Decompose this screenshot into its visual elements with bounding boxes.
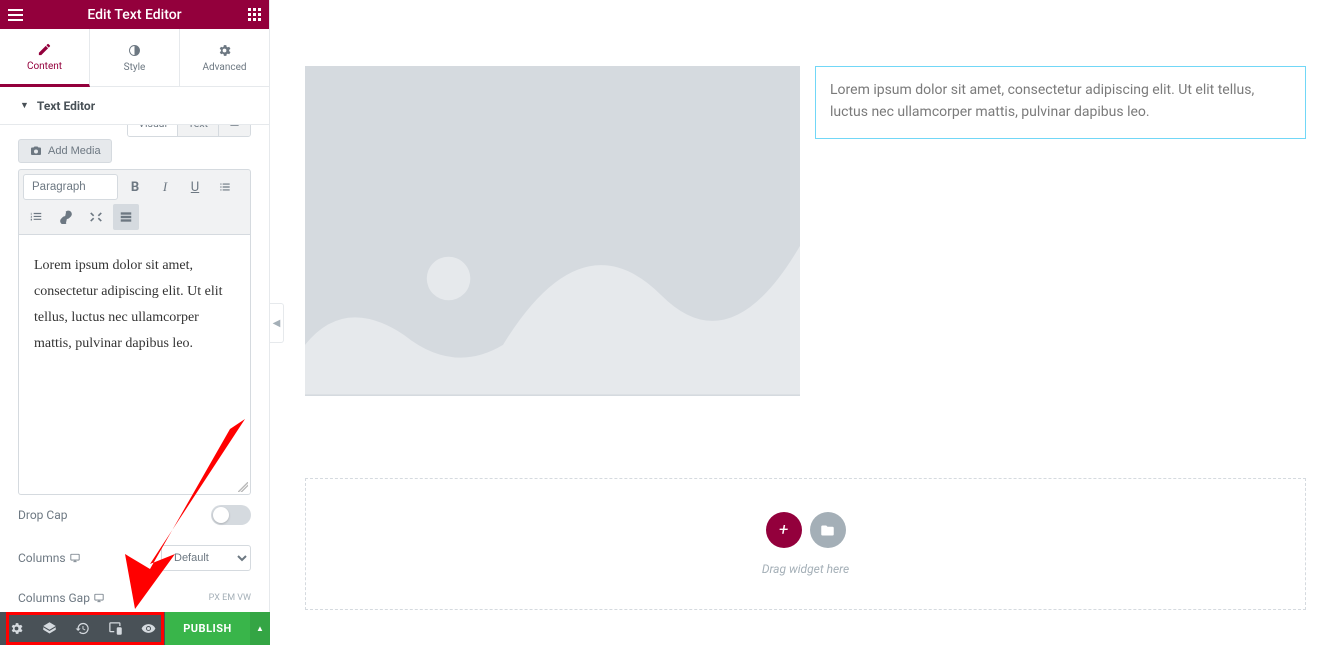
image-placeholder[interactable] bbox=[305, 66, 800, 396]
columns-control: Columns Default bbox=[18, 535, 251, 581]
publish-button[interactable]: PUBLISH bbox=[165, 612, 250, 645]
drop-zone[interactable]: + Drag widget here bbox=[305, 478, 1306, 610]
bold-button[interactable]: B bbox=[122, 174, 148, 200]
columns-gap-control: Columns Gap PX EM VW bbox=[18, 581, 251, 605]
responsive-button[interactable] bbox=[99, 612, 132, 645]
panel-tabs: Content Style Advanced bbox=[0, 29, 269, 87]
tab-advanced[interactable]: Advanced bbox=[180, 29, 269, 86]
bullet-list-button[interactable] bbox=[212, 174, 238, 200]
layers-icon bbox=[42, 621, 57, 636]
drop-hint: Drag widget here bbox=[762, 562, 849, 576]
text-editor-content[interactable]: Lorem ipsum dolor sit amet, consectetur … bbox=[18, 235, 251, 495]
add-section-button[interactable]: + bbox=[766, 512, 802, 548]
editor-tab-text[interactable]: Text bbox=[178, 125, 219, 136]
eye-icon bbox=[141, 621, 156, 636]
history-button[interactable] bbox=[66, 612, 99, 645]
italic-button[interactable]: I bbox=[152, 174, 178, 200]
desktop-icon bbox=[69, 553, 81, 563]
add-media-label: Add Media bbox=[48, 145, 101, 157]
navigator-button[interactable] bbox=[33, 612, 66, 645]
folder-icon bbox=[820, 523, 835, 538]
text-widget-selected[interactable]: Lorem ipsum dolor sit amet, consectetur … bbox=[815, 66, 1306, 139]
publish-options-button[interactable]: ▲ bbox=[250, 612, 270, 645]
header: Edit Text Editor bbox=[0, 0, 269, 29]
preview-canvas: Lorem ipsum dolor sit amet, consectetur … bbox=[270, 0, 1341, 645]
editor-toolbar: Paragraph B I U bbox=[18, 169, 251, 235]
units-label[interactable]: PX EM VW bbox=[209, 593, 251, 603]
add-media-button[interactable]: Add Media bbox=[18, 139, 112, 163]
tab-advanced-label: Advanced bbox=[202, 62, 246, 73]
tab-style-label: Style bbox=[124, 62, 146, 73]
settings-button[interactable] bbox=[0, 612, 33, 645]
section-title: Text Editor bbox=[37, 99, 95, 113]
editor-tab-visual[interactable]: Visual bbox=[128, 125, 178, 136]
image-placeholder-icon bbox=[305, 66, 800, 396]
add-template-button[interactable] bbox=[810, 512, 846, 548]
dropcap-switch[interactable] bbox=[211, 505, 251, 525]
dropcap-label: Drop Cap bbox=[18, 508, 67, 522]
editor-tab-more[interactable] bbox=[219, 125, 250, 136]
footer-bar: PUBLISH ▲ bbox=[0, 612, 270, 645]
contrast-icon bbox=[127, 43, 142, 58]
gear-icon bbox=[9, 621, 24, 636]
columns-select[interactable]: Default bbox=[161, 545, 251, 571]
gear-icon bbox=[217, 43, 232, 58]
tab-content-label: Content bbox=[27, 61, 62, 72]
numbered-list-button[interactable] bbox=[23, 204, 49, 230]
menu-icon[interactable] bbox=[0, 0, 30, 29]
preview-button[interactable] bbox=[132, 612, 165, 645]
link-button[interactable] bbox=[53, 204, 79, 230]
underline-button[interactable]: U bbox=[182, 174, 208, 200]
caret-down-icon: ▼ bbox=[20, 100, 29, 111]
camera-icon bbox=[29, 145, 43, 157]
toolbar-toggle-button[interactable] bbox=[113, 204, 139, 230]
list-icon bbox=[229, 125, 240, 128]
editor-mode-tabs: Visual Text bbox=[127, 125, 251, 137]
format-select[interactable]: Paragraph bbox=[23, 174, 118, 200]
devices-icon bbox=[108, 621, 123, 636]
fullscreen-button[interactable] bbox=[83, 204, 109, 230]
desktop-icon bbox=[93, 593, 105, 603]
tab-content[interactable]: Content bbox=[0, 29, 90, 87]
columns-label: Columns bbox=[18, 551, 81, 565]
section-text-editor[interactable]: ▼ Text Editor bbox=[0, 87, 269, 125]
header-title: Edit Text Editor bbox=[30, 7, 239, 23]
history-icon bbox=[75, 621, 90, 636]
dropcap-control: Drop Cap bbox=[18, 495, 251, 535]
pencil-icon bbox=[37, 42, 52, 57]
widgets-icon[interactable] bbox=[239, 0, 269, 29]
columns-gap-label: Columns Gap bbox=[18, 591, 105, 605]
tab-style[interactable]: Style bbox=[90, 29, 180, 86]
